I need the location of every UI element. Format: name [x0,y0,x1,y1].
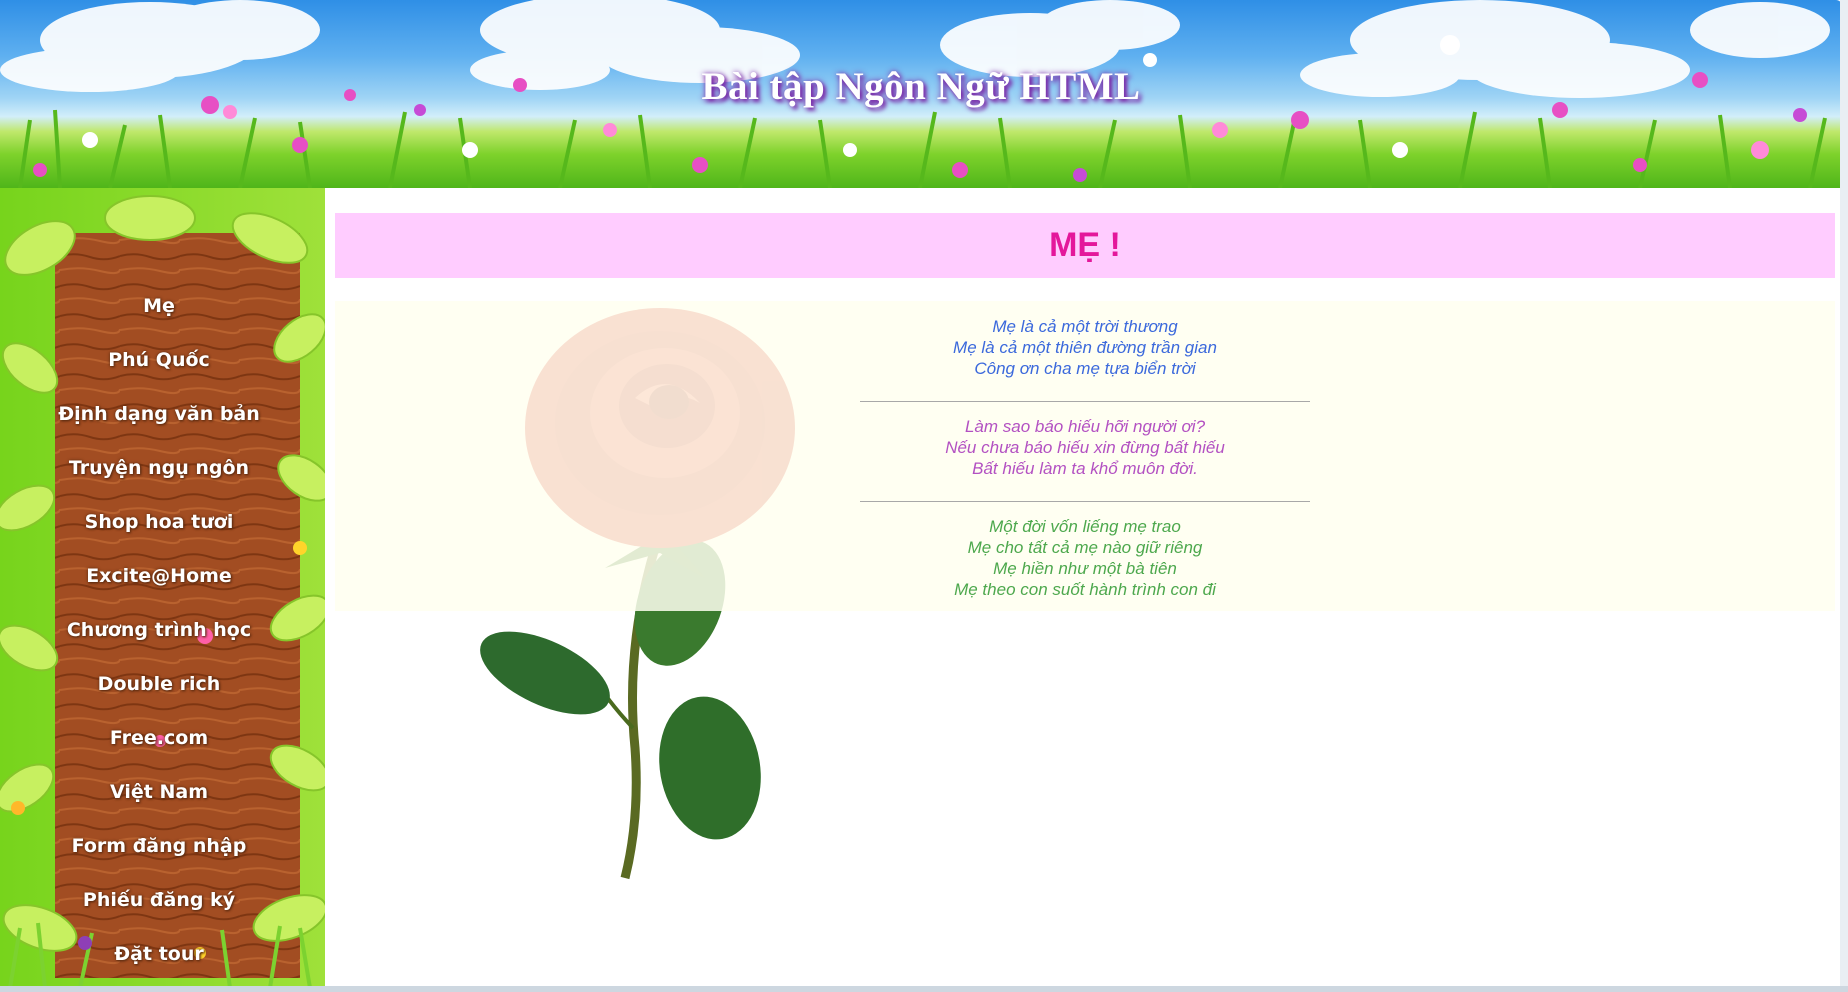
poem-line: Công ơn cha mẹ tựa biển trời [974,359,1196,378]
nav-item-me[interactable]: Mẹ [0,288,318,324]
poem-line: Nếu chưa báo hiếu xin đừng bất hiếu [945,438,1225,457]
site-title: Bài tập Ngôn Ngữ HTML [701,65,1141,108]
poem-box: Mẹ là cả một trời thương Mẹ là cả một th… [335,301,1835,611]
stanza-3: Một đời vốn liếng mẹ trao Mẹ cho tất cả … [335,516,1835,600]
window-bottom-edge [0,986,1848,992]
nav-item-viet-nam[interactable]: Việt Nam [0,774,318,810]
poem-line: Mẹ là cả một thiên đường trần gian [953,338,1217,357]
window-right-edge [1840,0,1848,992]
nav-item-dinh-dang-van-ban[interactable]: Định dạng văn bản [0,396,318,432]
nav-item-shop-hoa-tuoi[interactable]: Shop hoa tươi [0,504,318,540]
nav-item-free-com[interactable]: Free.com [0,720,318,756]
sidebar: Mẹ Phú Quốc Định dạng văn bản Truyện ngụ… [0,188,325,988]
nav-item-form-dang-nhap[interactable]: Form đăng nhập [0,828,318,864]
poem-line: Một đời vốn liếng mẹ trao [989,517,1181,536]
divider-2 [860,501,1310,502]
poem-line: Mẹ hiền như một bà tiên [993,559,1177,578]
poem-line: Làm sao báo hiếu hỡi người ơi? [964,417,1206,436]
stanza-2: Làm sao báo hiếu hỡi người ơi? Nếu chưa … [335,416,1835,479]
poem-title: MẸ ! [1049,226,1121,264]
poem-line: Mẹ theo con suốt hành trình con đi [954,580,1216,599]
page: Bài tập Ngôn Ngữ HTML Mẹ Phú Quốc Định d… [0,0,1848,992]
nav-item-dat-tour[interactable]: Đặt tour [0,936,318,972]
nav-item-phu-quoc[interactable]: Phú Quốc [0,342,318,378]
header-banner: Bài tập Ngôn Ngữ HTML [0,0,1842,188]
poem-line: Bất hiếu làm ta khổ muôn đời. [972,459,1198,478]
nav-item-excite-home[interactable]: Excite@Home [0,558,318,594]
nav-item-double-rich[interactable]: Double rich [0,666,318,702]
divider-1 [860,401,1310,402]
nav-item-chuong-trinh-hoc[interactable]: Chương trình học [0,612,318,648]
poem-line: Mẹ là cả một trời thương [992,317,1178,336]
poem-line: Mẹ cho tất cả mẹ nào giữ riêng [967,538,1203,557]
main-content: MẸ ! Mẹ là cả một trời thương Mẹ là cả m… [325,188,1842,988]
nav-item-phieu-dang-ky[interactable]: Phiếu đăng ký [0,882,318,918]
stanza-1: Mẹ là cả một trời thương Mẹ là cả một th… [335,316,1835,379]
nav-item-truyen-ngu-ngon[interactable]: Truyện ngụ ngôn [0,450,318,486]
poem-title-box: MẸ ! [335,213,1835,278]
